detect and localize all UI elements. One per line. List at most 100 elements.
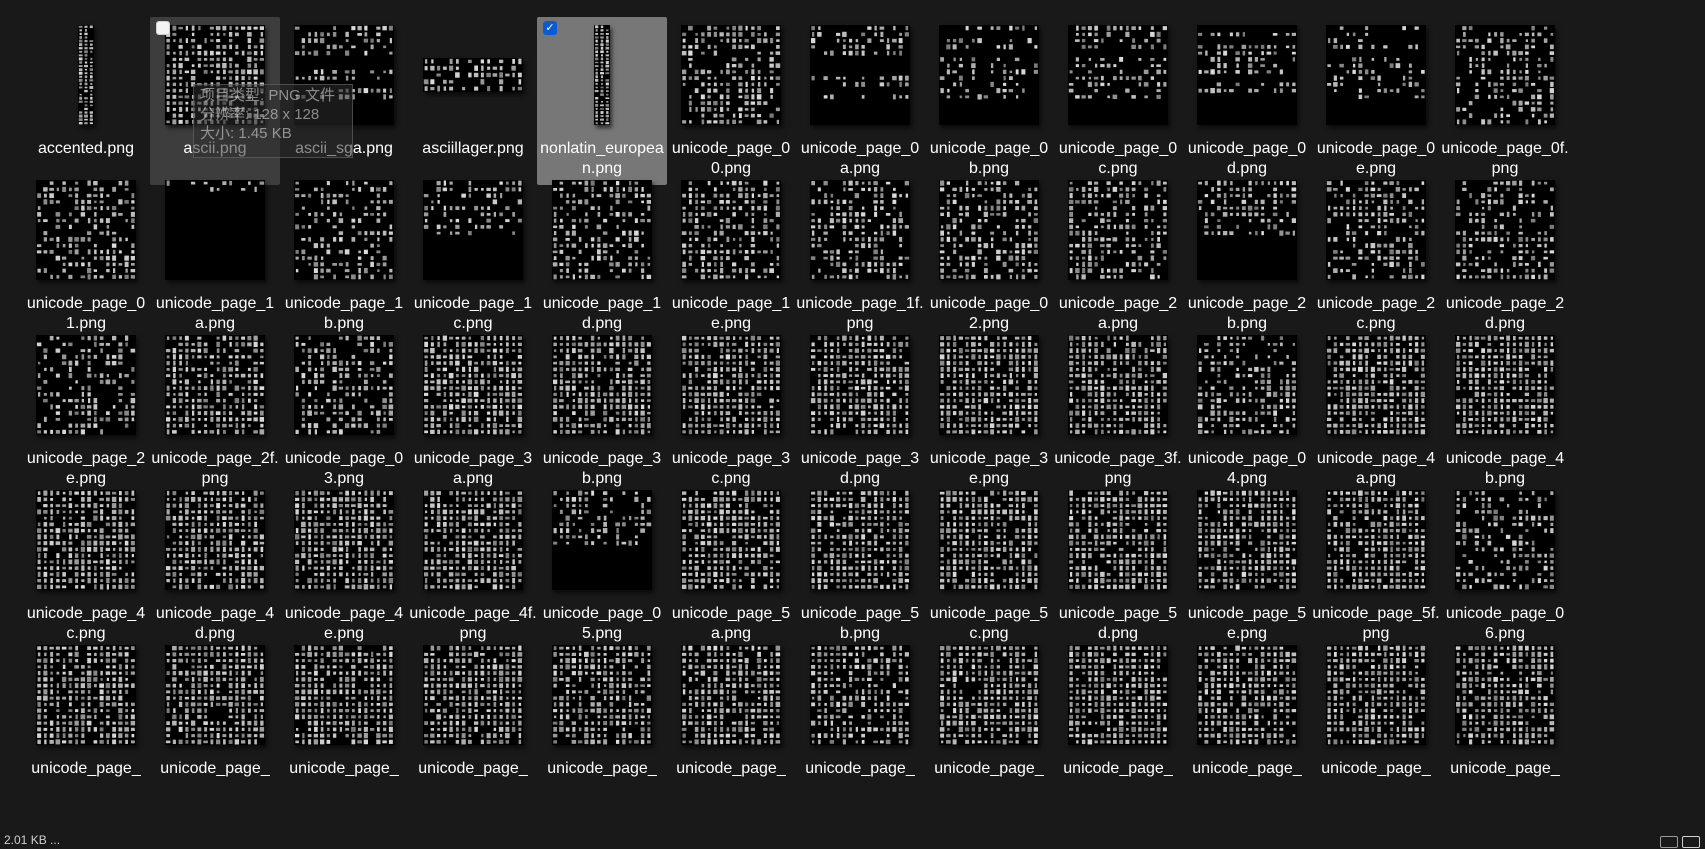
thumbnail-image [1197,335,1297,435]
file-item[interactable]: unicode_page_ [150,637,280,805]
thumbnail-image [681,490,781,590]
file-thumbnail [1455,641,1555,749]
thumbnail-image [1197,490,1297,590]
file-item[interactable]: unicode_page_4d.png [150,482,280,650]
thumbnail-image [423,180,523,280]
file-item[interactable]: unicode_page_1f.png [795,172,925,340]
file-item[interactable]: unicode_page_ [279,637,409,805]
file-item[interactable]: unicode_page_ [924,637,1054,805]
file-thumbnail [939,176,1039,284]
file-item[interactable]: unicode_page_ [408,637,538,805]
file-item[interactable]: unicode_page_ [537,637,667,805]
thumbnail-image [810,490,910,590]
file-item[interactable]: ascii_sga.png [279,17,409,185]
file-thumbnail [36,176,136,284]
thumbnail-image [1197,180,1297,280]
file-item[interactable]: unicode_page_3d.png [795,327,925,495]
file-name: unicode_page_ [1321,760,1431,777]
file-item[interactable]: unicode_page_ [666,637,796,805]
file-item[interactable]: accented.png [21,17,151,185]
thumbnail-image [36,645,136,745]
file-thumbnail [681,331,781,439]
details-view-icon[interactable] [1660,836,1678,848]
file-item[interactable]: unicode_page_4c.png [21,482,151,650]
thumbnail-image [810,25,910,125]
file-item[interactable]: unicode_page_1a.png [150,172,280,340]
file-item[interactable]: unicode_page_2b.png [1182,172,1312,340]
file-item[interactable]: unicode_page_3a.png [408,327,538,495]
file-item[interactable]: unicode_page_5f.png [1311,482,1441,650]
file-item[interactable]: unicode_page_ [1182,637,1312,805]
file-thumbnail [423,486,523,594]
file-item[interactable]: unicode_page_ [795,637,925,805]
file-item[interactable]: unicode_page_3c.png [666,327,796,495]
file-item[interactable]: unicode_page_1d.png [537,172,667,340]
file-item[interactable]: unicode_page_5a.png [666,482,796,650]
file-item[interactable]: unicode_page_1e.png [666,172,796,340]
file-thumbnail [165,176,265,284]
file-item[interactable]: unicode_page_05.png [537,482,667,650]
file-name: unicode_page_ [160,760,270,777]
file-thumbnail [165,331,265,439]
thumbnail-image [1326,180,1426,280]
check-icon[interactable]: ✓ [543,21,557,35]
file-item[interactable]: asciillager.png [408,17,538,185]
file-item[interactable]: unicode_page_5e.png [1182,482,1312,650]
file-item[interactable]: unicode_page_3b.png [537,327,667,495]
thumbnail-image [294,335,394,435]
file-item[interactable]: unicode_page_5c.png [924,482,1054,650]
file-item[interactable]: unicode_page_00.png [666,17,796,185]
file-item[interactable]: unicode_page_4e.png [279,482,409,650]
file-item[interactable]: unicode_page_2f.png [150,327,280,495]
file-name: unicode_page_ [1192,760,1302,777]
file-thumbnail [1068,641,1168,749]
file-item[interactable]: unicode_page_2d.png [1440,172,1570,340]
file-item[interactable]: unicode_page_2c.png [1311,172,1441,340]
file-item[interactable]: unicode_page_ [21,637,151,805]
thumbnail-image [939,645,1039,745]
file-thumbnail [810,331,910,439]
file-name: asciillager.png [422,140,524,157]
file-thumbnail [165,486,265,594]
file-item[interactable]: unicode_page_5b.png [795,482,925,650]
checkbox-icon[interactable] [156,21,170,35]
file-item[interactable]: unicode_page_2e.png [21,327,151,495]
thumbnail-image [552,335,652,435]
file-item[interactable]: unicode_page_04.png [1182,327,1312,495]
file-item[interactable]: unicode_page_ [1053,637,1183,805]
file-item[interactable]: unicode_page_1b.png [279,172,409,340]
file-item[interactable]: unicode_page_0d.png [1182,17,1312,185]
thumbnail-image [165,25,265,125]
file-name: ascii_sga.png [295,140,393,157]
file-item[interactable]: unicode_page_ [1311,637,1441,805]
file-item[interactable]: unicode_page_1c.png [408,172,538,340]
file-thumbnail [165,21,265,129]
file-thumbnail [423,641,523,749]
file-item[interactable]: ascii.png [150,17,280,185]
file-thumbnail [939,331,1039,439]
file-item[interactable]: unicode_page_0a.png [795,17,925,185]
file-item[interactable]: unicode_page_06.png [1440,482,1570,650]
file-name: unicode_page_ [31,760,141,777]
file-item[interactable]: unicode_page_01.png [21,172,151,340]
file-item[interactable]: unicode_page_3e.png [924,327,1054,495]
file-item[interactable]: unicode_page_2a.png [1053,172,1183,340]
file-item[interactable]: unicode_page_3f.png [1053,327,1183,495]
file-item[interactable]: unicode_page_02.png [924,172,1054,340]
file-item[interactable]: unicode_page_ [1440,637,1570,805]
file-item[interactable]: nonlatin_european.png ✓ [537,17,667,185]
file-item[interactable]: unicode_page_4b.png [1440,327,1570,495]
file-item[interactable]: unicode_page_0b.png [924,17,1054,185]
file-item[interactable]: unicode_page_03.png [279,327,409,495]
file-item[interactable]: unicode_page_5d.png [1053,482,1183,650]
file-item[interactable]: unicode_page_4f.png [408,482,538,650]
thumbnail-view-icon[interactable] [1682,836,1700,848]
file-item[interactable]: unicode_page_0f.png [1440,17,1570,185]
file-thumbnail [1326,641,1426,749]
file-item[interactable]: unicode_page_0c.png [1053,17,1183,185]
thumbnail-image [78,25,94,125]
file-thumbnail [1326,21,1426,129]
file-item[interactable]: unicode_page_4a.png [1311,327,1441,495]
thumbnail-image [939,490,1039,590]
file-item[interactable]: unicode_page_0e.png [1311,17,1441,185]
